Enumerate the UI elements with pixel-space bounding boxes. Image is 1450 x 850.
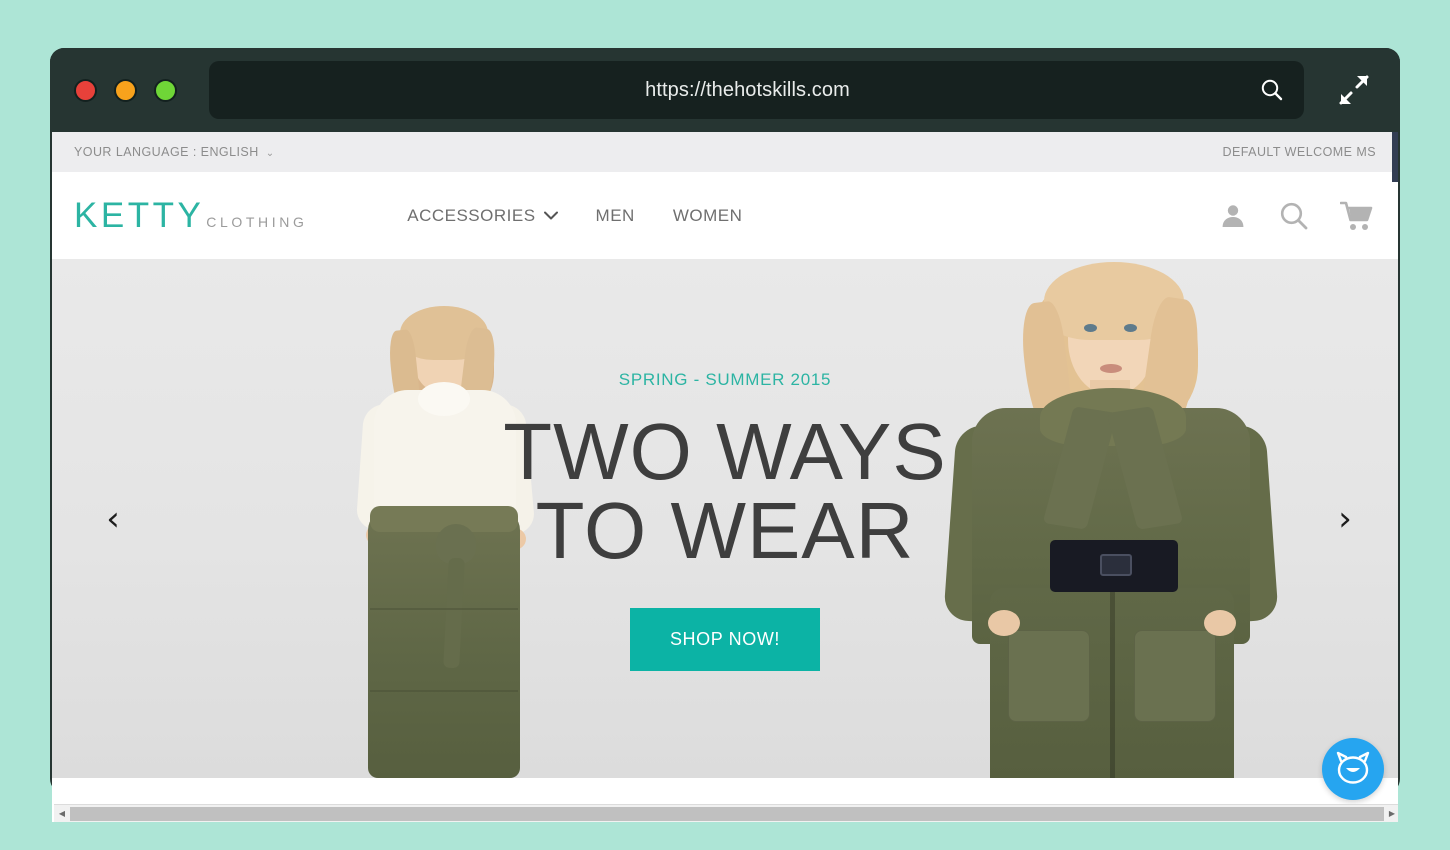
nav-label: ACCESSORIES [407, 205, 536, 225]
welcome-message-area: DEFAULT WELCOME MS [1223, 145, 1377, 159]
site-logo[interactable]: KETTY CLOTHING [74, 196, 307, 236]
cart-icon[interactable] [1339, 200, 1374, 232]
traffic-lights [74, 78, 177, 102]
hero-eyebrow: SPRING - SUMMER 2015 [618, 370, 832, 389]
minimize-window-button[interactable] [114, 78, 137, 102]
hero-carousel: SPRING - SUMMER 2015 TWO WAYS TO WEAR SH… [52, 260, 1398, 778]
carousel-next-button[interactable]: › [1328, 502, 1362, 536]
scroll-right-arrow[interactable]: ▶ [1384, 805, 1398, 823]
maximize-window-button[interactable] [154, 78, 177, 102]
search-icon[interactable] [1246, 77, 1298, 103]
browser-chrome: https://thehotskills.com [50, 48, 1400, 132]
site-header: KETTY CLOTHING ACCESSORIES MEN WOMEN [52, 172, 1398, 260]
url-bar[interactable]: https://thehotskills.com [209, 61, 1304, 119]
main-navigation: ACCESSORIES MEN WOMEN [407, 206, 742, 226]
chat-widget-button[interactable] [1322, 738, 1384, 800]
page-viewport: YOUR LANGUAGE : ENGLISH ⌄ DEFAULT WELCOM… [52, 132, 1398, 822]
topbar-dropdown-button[interactable] [1392, 132, 1398, 182]
horizontal-scrollbar[interactable]: ◀ ▶ [54, 804, 1398, 822]
chevron-down-icon [543, 211, 558, 220]
url-text[interactable]: https://thehotskills.com [209, 79, 1246, 102]
welcome-message: DEFAULT WELCOME MS [1222, 145, 1376, 159]
nav-label: MEN [595, 205, 635, 225]
chevron-down-icon: ⌄ [265, 147, 275, 159]
nav-label: WOMEN [672, 205, 743, 225]
logo-sub-text: CLOTHING [206, 213, 308, 230]
language-label: YOUR LANGUAGE : ENGLISH [74, 145, 259, 159]
nav-item-men[interactable]: MEN [596, 206, 635, 226]
expand-icon[interactable] [1330, 72, 1378, 108]
header-icon-group [1218, 200, 1374, 232]
scrollbar-track[interactable] [70, 805, 1384, 823]
scroll-left-arrow[interactable]: ◀ [54, 805, 70, 823]
chat-mascot-icon [1336, 751, 1370, 784]
close-window-button[interactable] [74, 78, 97, 102]
hero-title-line-1: TWO WAYS [503, 407, 947, 496]
search-icon[interactable] [1278, 200, 1310, 232]
browser-window: https://thehotskills.com YOUR LANGUAGE:… [50, 48, 1400, 822]
account-icon[interactable] [1218, 201, 1248, 231]
hero-title-line-2: TO WEAR [535, 486, 915, 576]
hero-title: TWO WAYS TO WEAR [52, 407, 1398, 576]
utility-topbar: YOUR LANGUAGE : ENGLISH ⌄ DEFAULT WELCOM… [52, 132, 1398, 182]
carousel-prev-button[interactable]: ‹ [96, 502, 130, 536]
scrollbar-thumb[interactable] [70, 806, 1384, 821]
logo-main-text: KETTY [74, 195, 205, 235]
nav-item-accessories[interactable]: ACCESSORIES [407, 205, 558, 226]
hero-copy-block: SPRING - SUMMER 2015 TWO WAYS TO WEAR SH… [52, 370, 1398, 672]
nav-item-women[interactable]: WOMEN [673, 206, 743, 226]
language-selector[interactable]: YOUR LANGUAGE : ENGLISH ⌄ [74, 145, 275, 159]
shop-now-button[interactable]: SHOP NOW! [629, 608, 821, 672]
